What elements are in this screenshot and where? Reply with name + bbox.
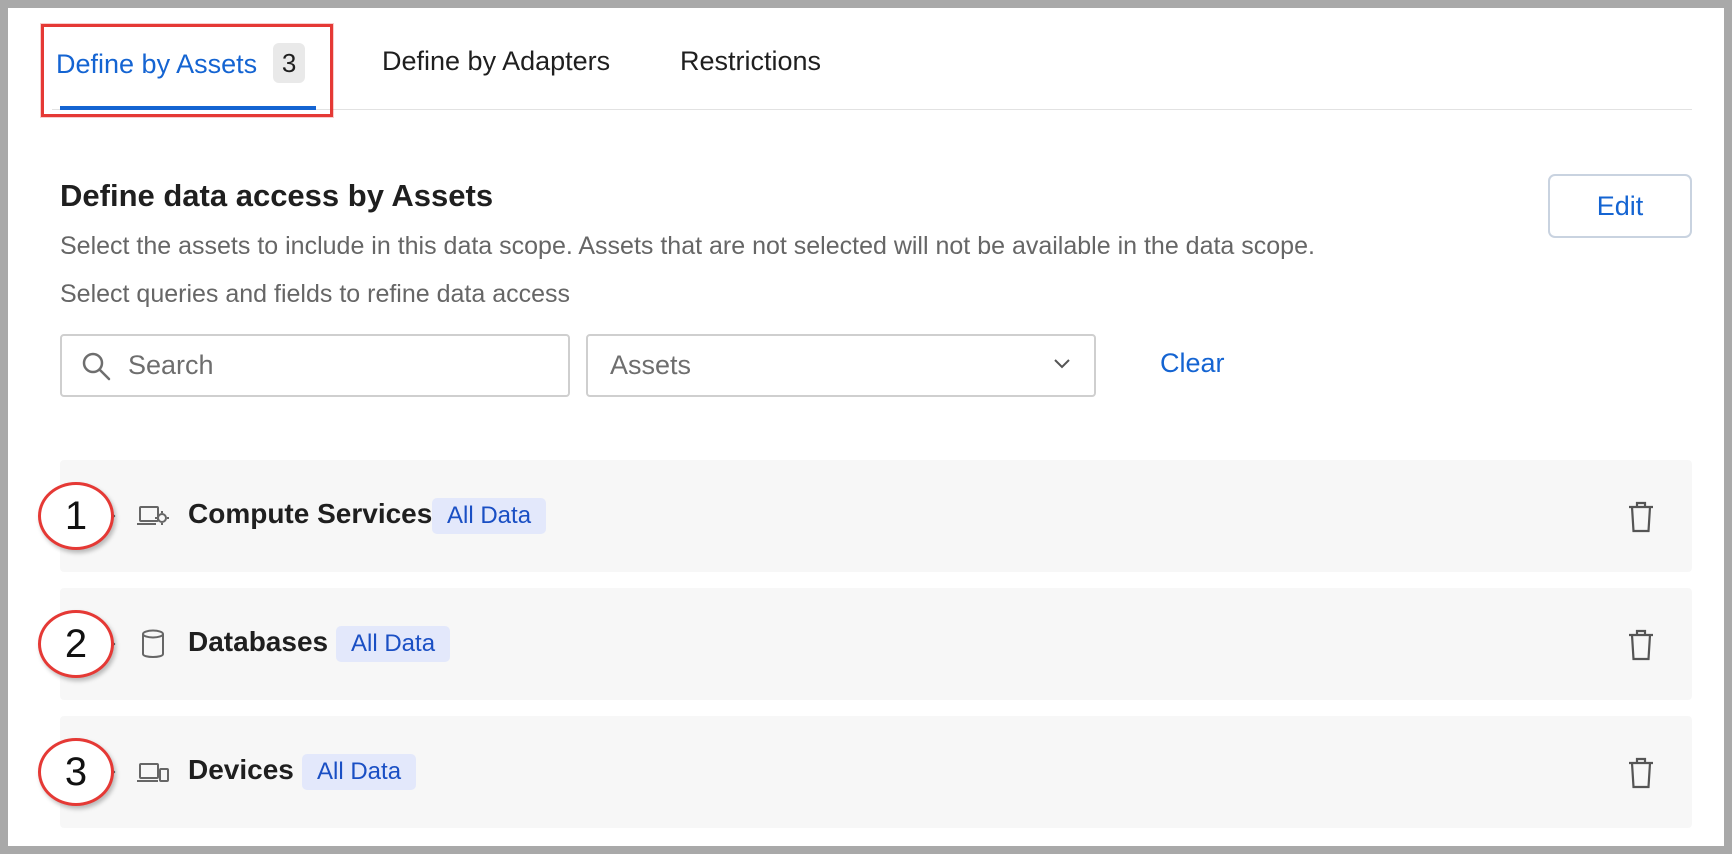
all-data-badge: All Data — [336, 626, 451, 662]
tab-label: Define by Assets — [56, 49, 258, 80]
asset-row-compute-services[interactable]: Compute Services All Data 1 — [38, 460, 1692, 572]
select-value: Assets — [610, 350, 692, 380]
trash-icon[interactable] — [1626, 756, 1656, 790]
chevron-right-icon[interactable] — [104, 506, 118, 526]
trash-icon[interactable] — [1626, 500, 1656, 534]
tab-count-badge: 3 — [273, 43, 306, 83]
asset-row-databases[interactable]: Databases All Data 2 — [38, 588, 1692, 700]
section-description: Select the assets to include in this dat… — [60, 232, 1315, 260]
chevron-down-icon — [1052, 356, 1072, 375]
database-icon — [142, 629, 164, 658]
asset-row-devices[interactable]: Devices All Data 3 — [38, 716, 1692, 828]
trash-icon[interactable] — [1626, 628, 1656, 662]
devices-icon — [137, 763, 169, 782]
callout-marker: 1 — [38, 482, 114, 550]
tab-define-by-adapters[interactable]: Define by Adapters — [382, 46, 610, 77]
tab-restrictions[interactable]: Restrictions — [680, 46, 821, 77]
chevron-right-icon[interactable] — [104, 762, 118, 782]
app-frame: Define by Assets 3 Define by Adapters Res… — [0, 0, 1732, 854]
section-subdescription: Select queries and fields to refine data… — [60, 280, 571, 308]
active-tab-indicator — [60, 106, 316, 110]
asset-name: Compute Services — [188, 498, 433, 529]
callout-marker: 3 — [38, 738, 114, 806]
all-data-badge: All Data — [432, 498, 547, 534]
all-data-badge: All Data — [302, 754, 417, 790]
edit-button[interactable]: Edit — [1548, 174, 1692, 238]
tab-bar: Define by Assets 3 Define by Adapters Res… — [52, 28, 1692, 110]
tab-define-by-assets[interactable]: Define by Assets 3 — [56, 43, 306, 86]
search-box[interactable] — [60, 334, 570, 397]
chevron-right-icon[interactable] — [104, 634, 118, 654]
compute-services-icon — [137, 506, 169, 525]
asset-name: Devices — [188, 754, 294, 785]
clear-button[interactable]: Clear — [1160, 348, 1225, 379]
asset-name: Databases — [188, 626, 329, 657]
section-title: Define data access by Assets — [60, 178, 494, 213]
asset-type-select[interactable]: Assets — [586, 334, 1096, 397]
search-input[interactable] — [128, 350, 548, 381]
search-icon — [80, 349, 114, 383]
callout-marker: 2 — [38, 610, 114, 678]
